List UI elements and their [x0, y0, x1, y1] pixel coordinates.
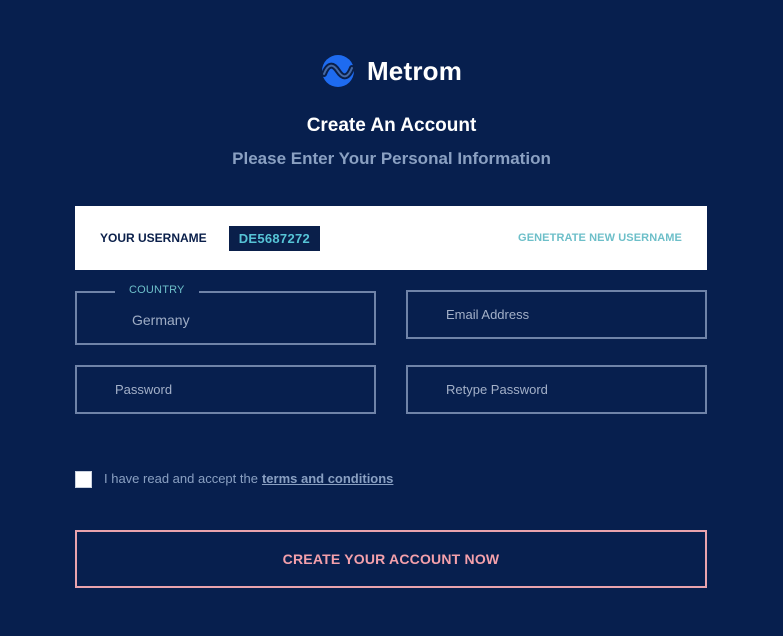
terms-link[interactable]: terms and conditions — [262, 471, 393, 486]
email-field — [406, 290, 707, 339]
retype-password-field — [406, 365, 707, 414]
password-field — [75, 365, 376, 414]
metrom-logo-icon — [320, 55, 355, 87]
brand-name: Metrom — [366, 55, 463, 86]
country-legend: COUNTRY — [115, 284, 199, 296]
country-input[interactable] — [77, 293, 374, 343]
email-input[interactable] — [408, 292, 705, 337]
retype-password-input[interactable] — [408, 367, 705, 412]
page-title: Create An Account — [306, 115, 477, 136]
username-label: YOUR USERNAME — [100, 231, 207, 245]
country-field: COUNTRY — [75, 284, 376, 345]
username-value: DE5687272 — [228, 225, 321, 251]
create-account-button[interactable]: CREATE YOUR ACCOUNT NOW — [75, 530, 707, 588]
generate-username-link[interactable]: GENETRATE NEW USERNAME — [518, 232, 682, 244]
page-subtitle: Please Enter Your Personal Information — [232, 149, 551, 168]
terms-text: I have read and accept the — [104, 471, 258, 486]
terms-checkbox[interactable] — [75, 471, 92, 488]
username-bar: YOUR USERNAME DE5687272 GENETRATE NEW US… — [75, 206, 707, 270]
brand-header: Metrom — [0, 54, 783, 88]
terms-row: I have read and accept the terms and con… — [75, 469, 393, 488]
password-input[interactable] — [77, 367, 374, 412]
